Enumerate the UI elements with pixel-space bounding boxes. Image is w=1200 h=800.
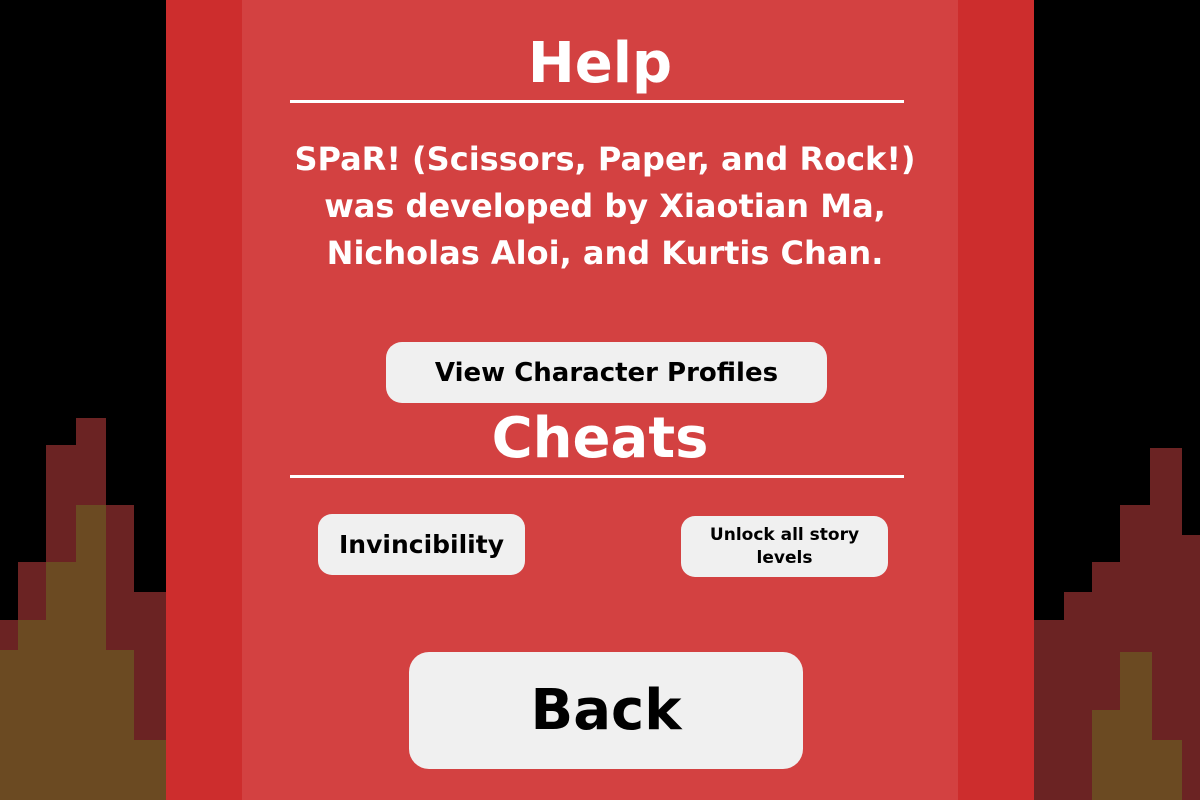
back-button[interactable]: Back (409, 652, 803, 769)
view-character-profiles-button[interactable]: View Character Profiles (386, 342, 827, 403)
help-title: Help (527, 31, 673, 96)
invincibility-button[interactable]: Invincibility (318, 514, 525, 575)
unlock-all-levels-button[interactable]: Unlock all story levels (681, 516, 888, 577)
cheats-title: Cheats (491, 406, 709, 471)
help-divider (290, 100, 904, 103)
credits-text: SPaR! (Scissors, Paper, and Rock!) was d… (294, 140, 916, 272)
cheats-divider (290, 475, 904, 478)
